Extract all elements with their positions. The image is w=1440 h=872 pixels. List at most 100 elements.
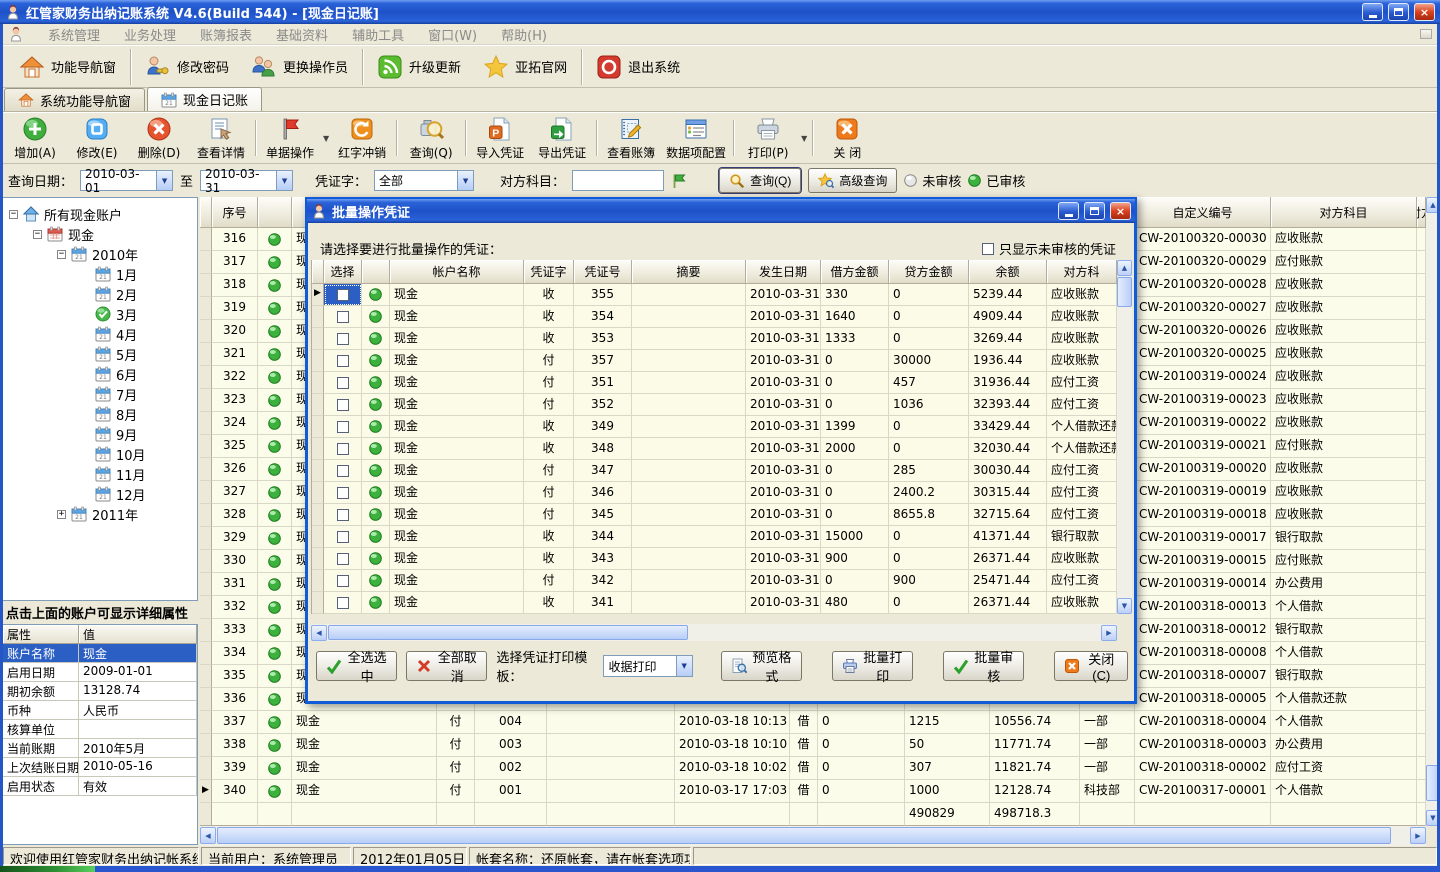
scroll-right-icon[interactable]: ▶: [1101, 625, 1117, 641]
row-selector[interactable]: [200, 711, 212, 734]
row-selector[interactable]: [200, 458, 212, 481]
tree-item-3月[interactable]: 3月: [3, 304, 197, 324]
row-selector[interactable]: [312, 394, 324, 416]
checkbox-icon[interactable]: [337, 509, 349, 521]
scroll-right-icon[interactable]: ▶: [1410, 827, 1426, 844]
select-checkbox[interactable]: [324, 570, 362, 592]
row-selector[interactable]: [312, 372, 324, 394]
checkbox-icon[interactable]: [982, 243, 994, 255]
checkbox-icon[interactable]: [337, 311, 349, 323]
action-button-4[interactable]: 单据操作: [259, 114, 321, 163]
action-button-0[interactable]: 增加(A): [4, 114, 66, 163]
tree-item-6月[interactable]: 216月: [3, 364, 197, 384]
checkbox-icon[interactable]: [337, 575, 349, 587]
scroll-left-icon[interactable]: ◀: [311, 625, 327, 641]
dialog-minimize-button[interactable]: [1058, 202, 1079, 220]
dialog-voucher-row[interactable]: 现金付3462010-03-3102400.230315.44应付工资: [312, 482, 1116, 504]
row-selector[interactable]: [200, 757, 212, 780]
select-checkbox[interactable]: [324, 416, 362, 438]
chevron-down-icon[interactable]: ▼: [676, 656, 692, 676]
row-selector[interactable]: [312, 306, 324, 328]
property-row[interactable]: 上次结账日期2010-05-16: [3, 758, 197, 777]
tree-item-12月[interactable]: 2112月: [3, 484, 197, 504]
table-row[interactable]: 338现金付0032010-03-18 10:10借05011771.74一部C…: [200, 734, 1426, 757]
dialog-voucher-row[interactable]: 现金收3442010-03-3115000041371.44银行取款: [312, 526, 1116, 548]
tree-item-2月[interactable]: 212月: [3, 284, 197, 304]
tab-cash-journal[interactable]: 21现金日记账: [147, 87, 262, 111]
advanced-search-button[interactable]: 高级查询: [808, 168, 897, 193]
select-checkbox[interactable]: [324, 460, 362, 482]
table-row[interactable]: 339现金付0022010-03-18 10:02借030711821.74一部…: [200, 757, 1426, 780]
scroll-down-icon[interactable]: ▼: [1117, 598, 1132, 614]
main-hscrollbar[interactable]: ◀ ▶: [200, 826, 1426, 846]
menu-item-6[interactable]: 帮助(H): [501, 25, 547, 44]
row-selector[interactable]: [312, 504, 324, 526]
select-checkbox[interactable]: [324, 592, 362, 614]
dialog-close-action-button[interactable]: 关闭(C): [1054, 651, 1129, 681]
select-checkbox[interactable]: [324, 482, 362, 504]
tree-expander-icon[interactable]: +: [57, 510, 66, 519]
dialog-voucher-row[interactable]: 现金收3542010-03-31164004909.44应收账款: [312, 306, 1116, 328]
chevron-down-icon[interactable]: ▼: [156, 171, 172, 190]
row-selector[interactable]: [312, 328, 324, 350]
checkbox-icon[interactable]: [337, 333, 349, 345]
menu-item-0[interactable]: 系统管理: [48, 25, 100, 44]
preview-format-button[interactable]: 预览格式: [721, 651, 802, 681]
action-button-12[interactable]: 关 闭: [816, 114, 878, 163]
tab-navigator[interactable]: 系统功能导航窗: [4, 88, 145, 111]
scroll-left-icon[interactable]: ◀: [200, 827, 216, 844]
batch-audit-button[interactable]: 批量审核: [943, 651, 1024, 681]
row-selector[interactable]: [200, 734, 212, 757]
select-checkbox[interactable]: [324, 284, 362, 306]
action-button-3[interactable]: 查看详情: [190, 114, 252, 163]
minimize-button[interactable]: [1362, 3, 1383, 21]
row-selector[interactable]: [312, 350, 324, 372]
action-button-7[interactable]: P导入凭证: [469, 114, 531, 163]
deselect-all-button[interactable]: 全部取消: [406, 651, 487, 681]
property-row[interactable]: 账户名称现金: [3, 644, 197, 663]
action-button-8[interactable]: 导出凭证: [531, 114, 593, 163]
row-selector[interactable]: [200, 412, 212, 435]
row-selector[interactable]: ▶: [200, 780, 212, 803]
row-selector[interactable]: [312, 460, 324, 482]
checkbox-icon[interactable]: [337, 289, 349, 301]
row-selector[interactable]: [200, 274, 212, 297]
tree-item-8月[interactable]: 218月: [3, 404, 197, 424]
dialog-voucher-row[interactable]: 现金收3432010-03-31900026371.44应收账款: [312, 548, 1116, 570]
table-row[interactable]: 337现金付0042010-03-18 10:13借0121510556.74一…: [200, 711, 1426, 734]
tree-item-10月[interactable]: 2110月: [3, 444, 197, 464]
dialog-voucher-row[interactable]: 现金付3512010-03-31045731936.44应付工资: [312, 372, 1116, 394]
date-to-select[interactable]: 2010-03-31▼: [200, 170, 293, 191]
tree-item-现金[interactable]: −现金: [3, 224, 197, 244]
row-selector[interactable]: [312, 570, 324, 592]
dialog-vscrollbar[interactable]: ▲ ▼: [1117, 260, 1132, 614]
row-selector[interactable]: [312, 482, 324, 504]
counter-account-input[interactable]: [572, 170, 664, 191]
checkbox-icon[interactable]: [337, 355, 349, 367]
tree-item-5月[interactable]: 215月: [3, 344, 197, 364]
row-selector[interactable]: [200, 550, 212, 573]
dialog-maximize-button[interactable]: [1084, 202, 1105, 220]
batch-print-button[interactable]: 批量打印: [832, 651, 913, 681]
close-button[interactable]: ×: [1414, 3, 1435, 21]
select-checkbox[interactable]: [324, 504, 362, 526]
only-unaudited-checkbox[interactable]: 只显示未审核的凭证: [982, 239, 1116, 258]
checkbox-icon[interactable]: [337, 421, 349, 433]
action-button-11[interactable]: 打印(P): [737, 114, 799, 163]
select-checkbox[interactable]: [324, 548, 362, 570]
menu-item-1[interactable]: 业务处理: [124, 25, 176, 44]
menu-item-5[interactable]: 窗口(W): [428, 25, 477, 44]
row-selector[interactable]: [200, 320, 212, 343]
row-selector[interactable]: [312, 592, 324, 614]
checkbox-icon[interactable]: [337, 553, 349, 565]
row-selector[interactable]: [200, 642, 212, 665]
dialog-voucher-row[interactable]: ▶现金收3552010-03-3133005239.44应收账款: [312, 284, 1116, 306]
tree-item-2010年[interactable]: −212010年: [3, 244, 197, 264]
dialog-voucher-row[interactable]: 现金收3532010-03-31133303269.44应收账款: [312, 328, 1116, 350]
toolbar-button-5[interactable]: 退出系统: [585, 49, 691, 85]
row-selector[interactable]: [200, 596, 212, 619]
date-from-select[interactable]: 2010-03-01▼: [80, 170, 173, 191]
tree-item-所有现金账户[interactable]: −所有现金账户: [3, 204, 197, 224]
action-button-10[interactable]: 数据项配置: [662, 114, 730, 163]
row-selector[interactable]: [200, 343, 212, 366]
